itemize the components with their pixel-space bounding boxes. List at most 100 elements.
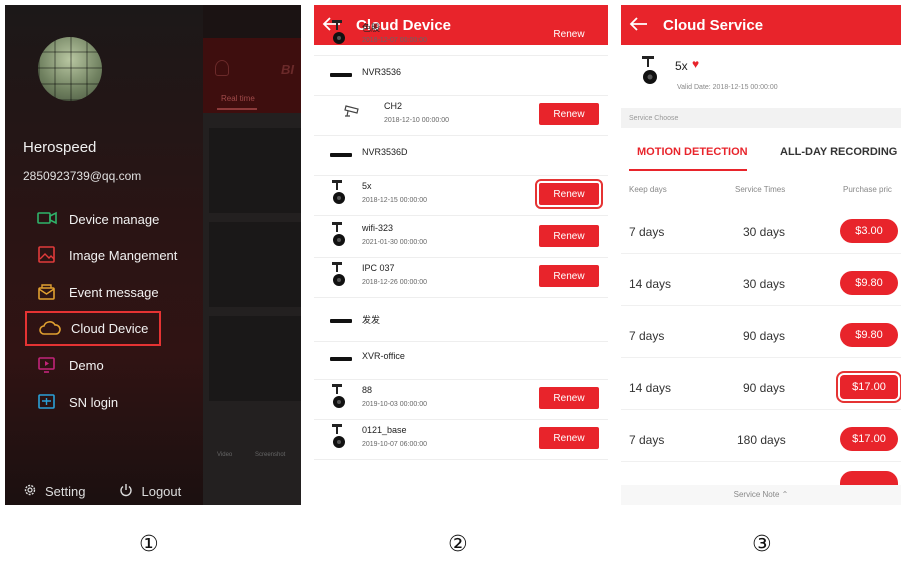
service-times: 90 days xyxy=(743,329,786,343)
purchase-price-button[interactable]: $3.00 xyxy=(840,219,898,243)
purchase-price-button[interactable]: $17.00 xyxy=(836,371,901,403)
device-name: 88 xyxy=(362,385,373,395)
camera-icon xyxy=(330,221,348,247)
device-date: 2018-12-10 00:00:00 xyxy=(384,117,449,124)
menu-item-cloud-device[interactable]: Cloud Device xyxy=(25,311,161,346)
service-note[interactable]: Service Note ⌃ xyxy=(621,485,901,505)
device-date: 2018-12-07 00:00:00 xyxy=(362,37,427,44)
power-icon[interactable] xyxy=(119,483,133,500)
device-row: NVR3536 xyxy=(314,55,608,95)
setting-button[interactable]: Setting xyxy=(45,484,85,499)
camera-icon xyxy=(330,383,348,409)
caption-2: ② xyxy=(448,532,468,557)
device-date: 2019-10-07 06:00:00 xyxy=(362,441,427,448)
menu-label: Demo xyxy=(69,357,104,373)
gear-icon[interactable] xyxy=(23,483,37,500)
purchase-price-button[interactable]: $17.00 xyxy=(840,427,898,451)
camera-icon xyxy=(37,210,59,228)
renew-button[interactable]: Renew xyxy=(539,23,599,45)
purchase-price-button[interactable]: $9.80 xyxy=(840,271,898,295)
nvr-icon xyxy=(330,357,352,361)
user-email: 2850923739@qq.com xyxy=(23,169,142,183)
device-row: 0121_base 2019-10-07 06:00:00 Renew xyxy=(314,419,608,459)
camera-icon xyxy=(330,19,348,45)
device-row: 色股 2018-12-07 00:00:00 Renew xyxy=(314,15,608,55)
message-icon xyxy=(37,283,59,301)
background-title: BI xyxy=(281,62,294,77)
image-icon xyxy=(37,246,59,264)
camera-icon xyxy=(330,423,348,449)
device-name: wifi-323 xyxy=(362,223,394,233)
device-name: 发发 xyxy=(362,315,381,325)
camera-icon xyxy=(639,55,661,85)
device-name: 5x xyxy=(675,59,688,73)
device-name: IPC 037 xyxy=(362,263,395,273)
purchase-price-button[interactable]: $9.80 xyxy=(840,323,898,347)
camera-icon xyxy=(330,261,348,287)
device-name: XVR-office xyxy=(362,351,405,361)
device-row: 发发 xyxy=(314,301,608,341)
purchase-price-button-partial[interactable] xyxy=(840,471,898,485)
menu-item-device-manage[interactable]: Device manage xyxy=(25,204,185,234)
renew-button[interactable]: Renew xyxy=(539,265,599,287)
service-times: 180 days xyxy=(737,433,786,447)
menu-label: Event message xyxy=(69,284,159,300)
background-tab: Real time xyxy=(221,94,255,103)
device-name: 色股 xyxy=(362,23,381,33)
chevron-up-icon: ⌃ xyxy=(781,490,789,499)
device-name: NVR3536 xyxy=(362,67,402,77)
menu-label: SN login xyxy=(69,394,119,410)
back-arrow-icon[interactable] xyxy=(629,16,651,34)
service-choose-label: Service Choose xyxy=(629,115,679,122)
device-row: 5x 2018-12-15 00:00:00 Renew xyxy=(314,175,608,215)
device-row: NVR3536D xyxy=(314,135,608,175)
demo-icon xyxy=(37,356,59,374)
renew-button[interactable]: Renew xyxy=(539,427,599,449)
menu-item-event-message[interactable]: Event message xyxy=(25,277,185,307)
keep-days: 7 days xyxy=(629,225,665,239)
device-row: CH2 2018-12-10 00:00:00 Renew xyxy=(314,95,608,135)
menu-label: Device manage xyxy=(69,211,160,227)
row-divider xyxy=(621,461,901,462)
active-tab-indicator xyxy=(629,169,747,171)
cloud-device-screen: Cloud Device 色股 2018-12-07 00:00:00 Renew N… xyxy=(314,5,608,505)
tab-motion-detection[interactable]: MOTION DETECTION xyxy=(637,146,748,158)
device-date: 2018-12-15 00:00:00 xyxy=(362,197,427,204)
video-tile xyxy=(209,316,301,401)
video-tile xyxy=(209,128,301,213)
tab-all-day-recording[interactable]: ALL-DAY RECORDING xyxy=(780,146,897,158)
keep-days: 7 days xyxy=(629,433,665,447)
user-name: Herospeed xyxy=(23,139,97,156)
device-date: 2018-12-26 00:00:00 xyxy=(362,279,427,286)
service-note-label: Service Note xyxy=(733,490,780,499)
renew-button[interactable]: Renew xyxy=(539,225,599,247)
service-times: 30 days xyxy=(743,277,786,291)
app-bar: Cloud Service xyxy=(621,5,901,45)
column-header: Keep days xyxy=(629,185,667,194)
renew-button[interactable]: Renew xyxy=(535,179,603,209)
device-row: IPC 037 2018-12-26 00:00:00 Renew xyxy=(314,257,608,297)
nvr-icon xyxy=(330,319,352,323)
row-divider xyxy=(621,305,901,306)
video-tile xyxy=(209,222,301,307)
background-app: BI Real time Video Screenshot xyxy=(203,38,301,505)
logout-button[interactable]: Logout xyxy=(141,484,181,499)
menu-label: Cloud Device xyxy=(71,321,149,336)
device-row: 88 2019-10-03 00:00:00 Renew xyxy=(314,379,608,419)
renew-button[interactable]: Renew xyxy=(539,387,599,409)
valid-date: Valid Date: 2018-12-15 00:00:00 xyxy=(677,84,778,91)
heart-icon: ♥ xyxy=(692,57,700,71)
row-divider xyxy=(621,409,901,410)
renew-button[interactable]: Renew xyxy=(539,103,599,125)
device-row: wifi-323 2021-01-30 00:00:00 Renew xyxy=(314,217,608,257)
avatar[interactable] xyxy=(38,37,102,101)
nvr-icon xyxy=(330,153,352,157)
column-header: Purchase pric xyxy=(843,185,892,194)
menu-label: Image Mangement xyxy=(69,247,178,263)
menu-item-image-mangement[interactable]: Image Mangement xyxy=(25,240,185,270)
row-divider xyxy=(621,253,901,254)
keep-days: 14 days xyxy=(629,277,672,291)
row-divider xyxy=(314,215,608,216)
menu-item-demo[interactable]: Demo xyxy=(25,350,185,380)
menu-item-sn-login[interactable]: SN login xyxy=(25,387,185,417)
